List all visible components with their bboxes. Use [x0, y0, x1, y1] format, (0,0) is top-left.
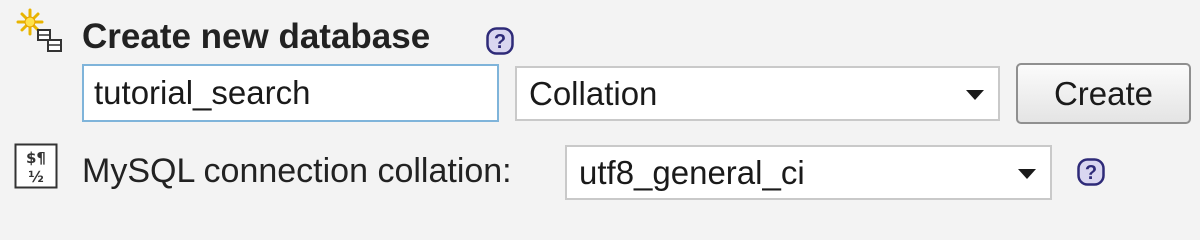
- help-icon[interactable]: ?: [1077, 158, 1105, 186]
- collation-select[interactable]: Collation: [515, 66, 1000, 121]
- new-database-icon: [16, 8, 62, 52]
- help-icon[interactable]: ?: [486, 27, 514, 55]
- chevron-down-icon: [966, 89, 984, 100]
- svg-text:?: ?: [1085, 162, 1097, 184]
- svg-text:$¶: $¶: [26, 149, 46, 167]
- connection-collation-value: utf8_general_ci: [579, 153, 805, 191]
- svg-text:?: ?: [494, 31, 506, 53]
- connection-collation-select[interactable]: utf8_general_ci: [565, 145, 1052, 200]
- collation-icon: $¶ ½: [14, 143, 58, 189]
- svg-text:½: ½: [28, 168, 44, 186]
- create-database-title: Create new database: [82, 17, 431, 56]
- create-button[interactable]: Create: [1016, 63, 1191, 124]
- database-name-input[interactable]: [82, 64, 499, 122]
- connection-collation-label: MySQL connection collation:: [82, 152, 512, 190]
- chevron-down-icon: [1018, 168, 1036, 179]
- collation-select-value: Collation: [529, 74, 658, 112]
